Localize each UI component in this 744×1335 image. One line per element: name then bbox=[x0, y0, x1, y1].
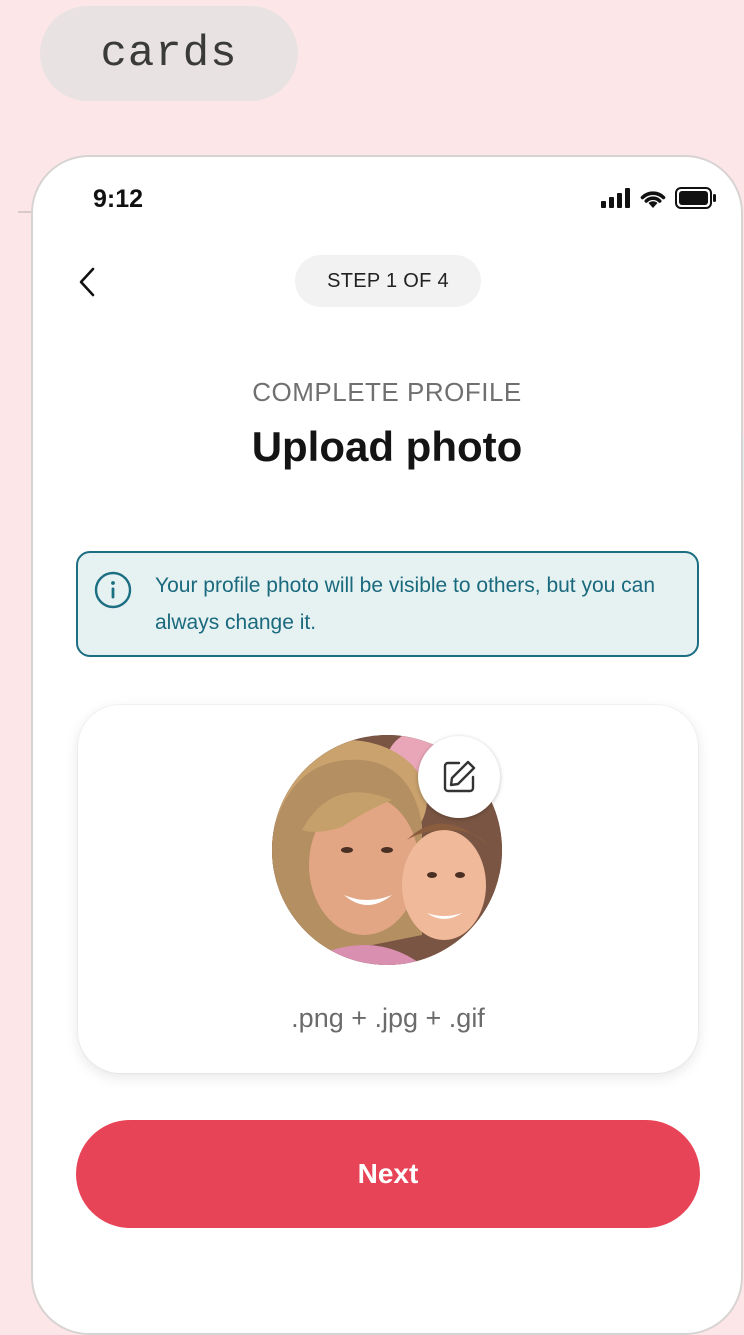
status-time: 9:12 bbox=[93, 185, 144, 213]
edit-photo-button[interactable] bbox=[418, 736, 500, 818]
photo-upload-card[interactable]: .png + .jpg + .gif bbox=[78, 705, 698, 1073]
info-banner: Your profile photo will be visible to ot… bbox=[76, 551, 699, 657]
page-title: Upload photo bbox=[251, 423, 523, 470]
next-button[interactable]: Next bbox=[76, 1120, 700, 1228]
wifi-icon bbox=[640, 191, 666, 208]
accepted-formats: .png + .jpg + .gif bbox=[291, 1003, 485, 1033]
signal-icon bbox=[601, 188, 630, 208]
decorative-line bbox=[18, 211, 32, 213]
edit-icon bbox=[443, 760, 476, 793]
back-chevron-icon[interactable] bbox=[73, 265, 103, 299]
info-text: Your profile photo will be visible to ot… bbox=[155, 574, 656, 634]
info-icon bbox=[94, 571, 132, 609]
step-indicator: STEP 1 OF 4 bbox=[295, 255, 481, 307]
section-eyebrow: COMPLETE PROFILE bbox=[252, 377, 522, 407]
cards-tag: cards bbox=[40, 6, 298, 101]
phone-frame: 9:12 STEP 1 OF 4 COMPLETE PROFILE Upload… bbox=[31, 155, 743, 1335]
status-icons bbox=[601, 187, 717, 209]
battery-icon bbox=[675, 187, 716, 209]
